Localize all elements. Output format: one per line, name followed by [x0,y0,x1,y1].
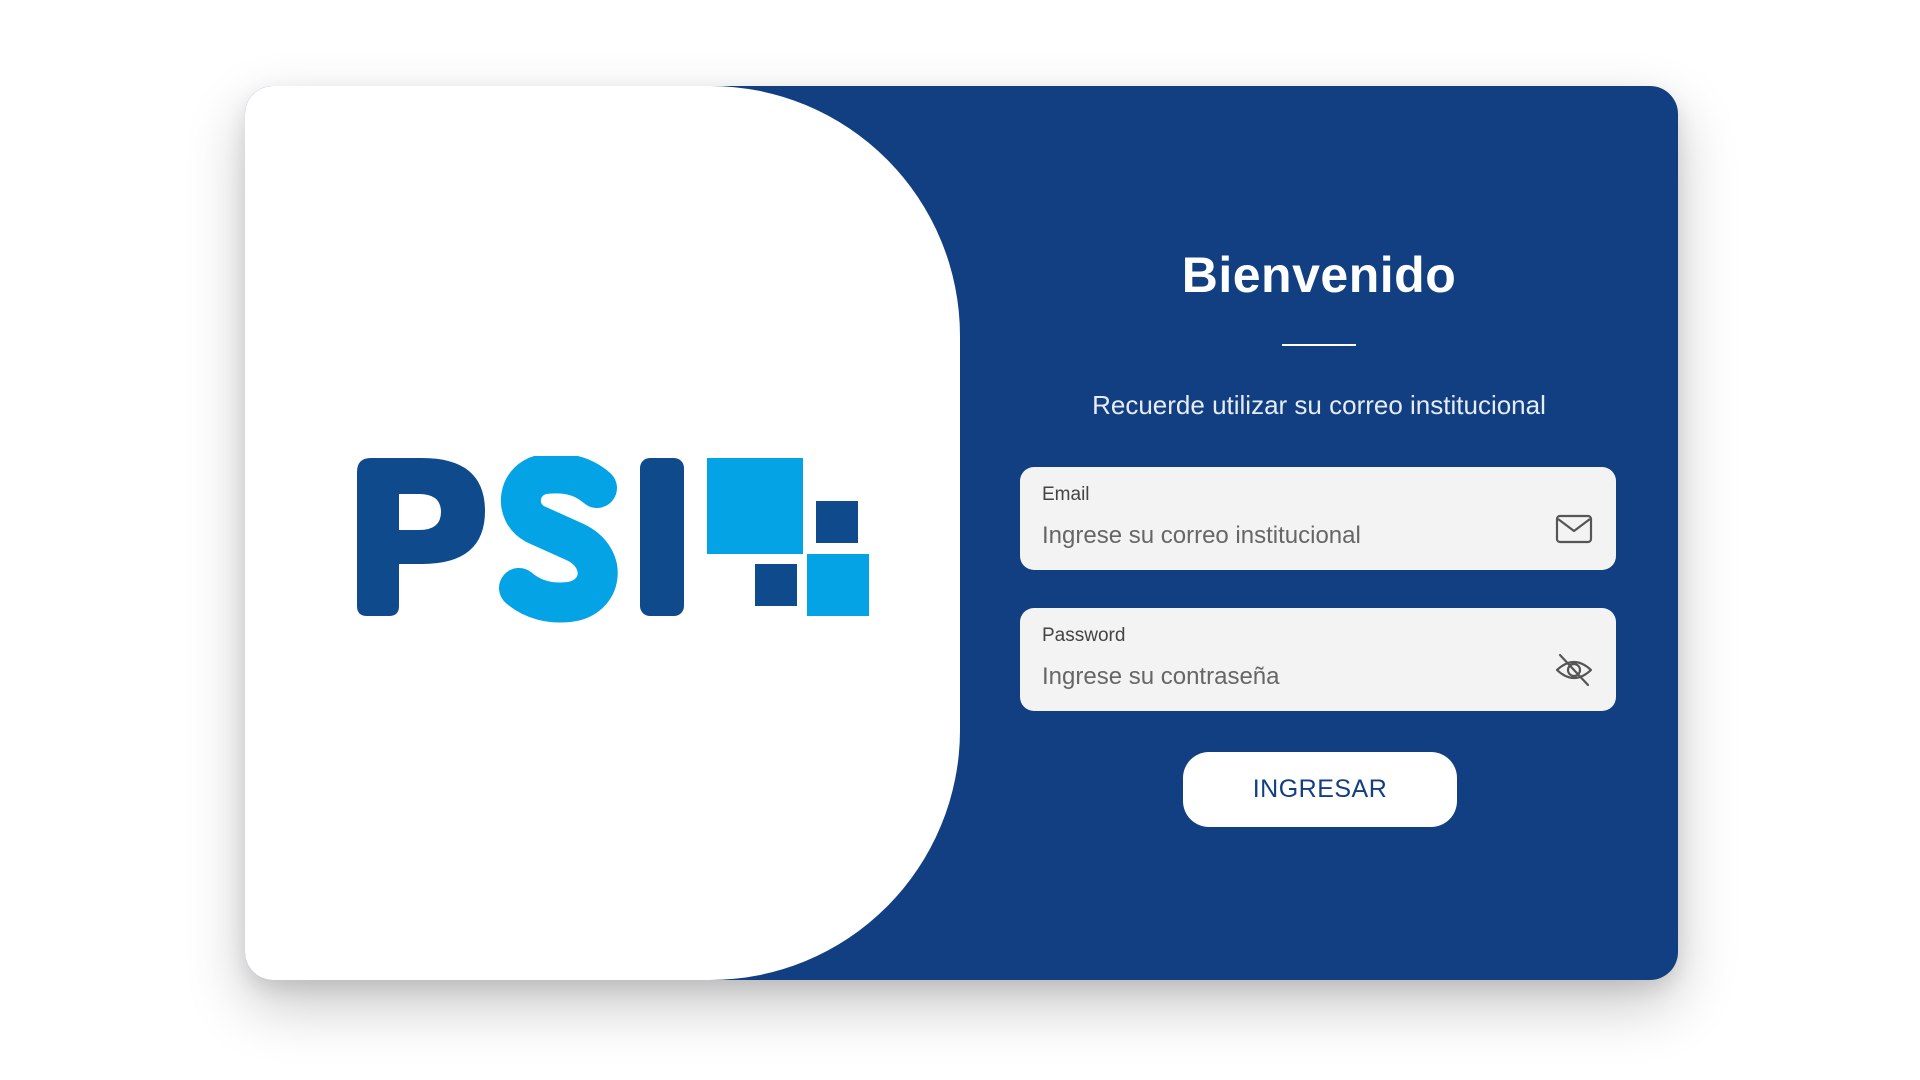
login-form: Bienvenido Recuerde utilizar su correo i… [960,86,1678,980]
subtitle: Recuerde utilizar su correo instituciona… [1092,390,1546,420]
email-field[interactable]: Email [1020,467,1616,570]
brand-panel [245,86,960,980]
submit-button[interactable]: INGRESAR [1183,752,1457,827]
page-title: Bienvenido [1181,247,1457,303]
logo-letter-s [499,456,618,623]
email-input[interactable] [1040,519,1524,553]
envelope-icon [1555,514,1593,544]
psi-logo [357,456,869,623]
logo-letter-p [357,458,485,616]
email-label: Email [1042,484,1090,505]
logo-square-medium [807,554,869,616]
logo-letter-i [640,458,684,616]
logo-square-large [707,458,803,554]
login-card: Bienvenido Recuerde utilizar su correo i… [245,86,1678,980]
logo-square-small-bottom [755,564,797,606]
password-label: Password [1042,625,1126,646]
password-input[interactable] [1040,660,1524,694]
title-divider [1282,344,1356,346]
logo-square-small-top [816,501,858,543]
password-field[interactable]: Password [1020,608,1616,711]
eye-off-icon[interactable] [1554,652,1594,688]
